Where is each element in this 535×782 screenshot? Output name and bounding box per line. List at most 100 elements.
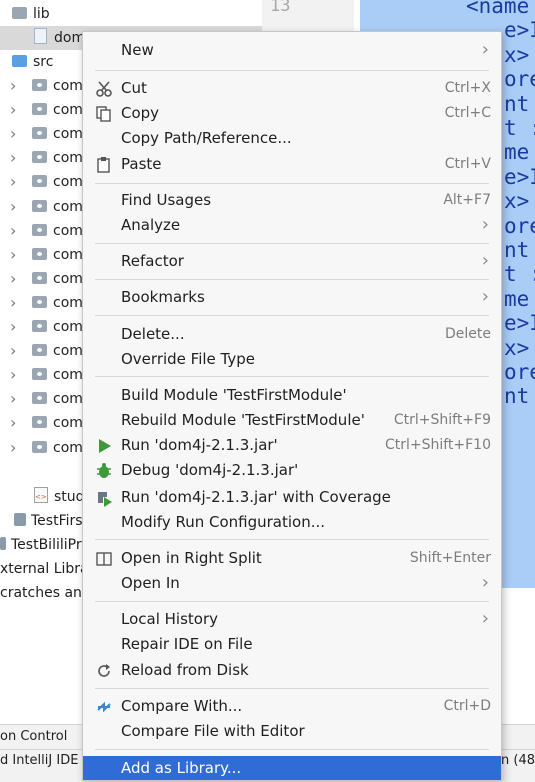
expand-chevron-icon[interactable] bbox=[10, 339, 22, 363]
tree-item-external-libraries[interactable]: xternal Libra bbox=[0, 557, 89, 581]
version-control-tab[interactable]: on Control bbox=[0, 729, 67, 744]
menu-item-analyze[interactable]: Analyze › bbox=[83, 213, 501, 238]
menu-separator bbox=[95, 749, 489, 750]
menu-item-copy-path[interactable]: Copy Path/Reference... bbox=[83, 126, 501, 151]
menu-item-open-in[interactable]: Open In › bbox=[83, 571, 501, 596]
menu-item-compare-with[interactable]: Compare With... Ctrl+D bbox=[83, 694, 501, 719]
tree-item-label: TestBililiPr bbox=[11, 537, 82, 553]
menu-item-run[interactable]: Run 'dom4j-2.1.3.jar' Ctrl+Shift+F10 bbox=[83, 433, 501, 458]
tree-item-scratches[interactable]: cratches and bbox=[0, 581, 91, 605]
package-folder-icon bbox=[32, 392, 47, 405]
menu-item-build-module[interactable]: Build Module 'TestFirstModule' bbox=[83, 383, 501, 408]
expand-chevron-icon[interactable] bbox=[10, 243, 22, 267]
code-line: ore bbox=[504, 213, 535, 238]
submenu-arrow-icon: › bbox=[481, 286, 489, 307]
package-folder-icon bbox=[32, 127, 47, 140]
menu-item-refactor[interactable]: Refactor › bbox=[83, 249, 501, 274]
tree-item-label: com bbox=[53, 126, 83, 143]
source-folder-icon bbox=[12, 55, 27, 67]
menu-item-local-history[interactable]: Local History › bbox=[83, 607, 501, 632]
menu-item-open-right-split[interactable]: Open in Right Split Shift+Enter bbox=[83, 546, 501, 571]
menu-item-compare-file-editor[interactable]: Compare File with Editor bbox=[83, 719, 501, 744]
package-folder-icon bbox=[32, 344, 47, 357]
tree-item-student-xml[interactable]: stud bbox=[34, 485, 85, 509]
jar-icon bbox=[34, 28, 47, 44]
code-line: nt bbox=[504, 238, 530, 262]
expand-chevron-icon[interactable] bbox=[10, 291, 22, 315]
code-line: me bbox=[504, 286, 530, 311]
menu-item-copy[interactable]: Copy Ctrl+C bbox=[83, 101, 501, 126]
tree-item-label: com bbox=[53, 222, 83, 239]
menu-item-delete[interactable]: Delete... Delete bbox=[83, 322, 501, 347]
tree-item-label: TestFirs bbox=[31, 513, 83, 529]
code-line: e>I bbox=[504, 164, 535, 189]
tree-item-label: stud bbox=[54, 489, 85, 505]
expand-chevron-icon[interactable] bbox=[10, 411, 22, 435]
expand-chevron-icon[interactable] bbox=[10, 195, 22, 219]
code-line: nt bbox=[504, 91, 530, 116]
tree-item-label: com bbox=[53, 102, 83, 119]
expand-chevron-icon[interactable] bbox=[10, 267, 22, 291]
copy-icon bbox=[96, 106, 111, 122]
submenu-arrow-icon: › bbox=[481, 39, 489, 60]
code-line: x> bbox=[504, 42, 530, 67]
tree-item-module-file[interactable]: TestFirs bbox=[14, 509, 83, 533]
reload-icon bbox=[98, 664, 110, 677]
package-folder-icon bbox=[32, 175, 47, 188]
submenu-arrow-icon: › bbox=[481, 214, 489, 235]
menu-item-new[interactable]: New › bbox=[83, 38, 501, 63]
menu-item-repair-ide[interactable]: Repair IDE on File bbox=[83, 632, 501, 657]
menu-item-modify-run-config[interactable]: Modify Run Configuration... bbox=[83, 510, 501, 535]
menu-item-rebuild-module[interactable]: Rebuild Module 'TestFirstModule' Ctrl+Sh… bbox=[83, 408, 501, 433]
tree-item-label: com bbox=[53, 367, 83, 384]
tree-item-src[interactable]: src bbox=[12, 50, 53, 74]
code-line: ore bbox=[504, 67, 535, 92]
split-icon bbox=[96, 552, 112, 566]
expand-chevron-icon[interactable] bbox=[10, 219, 22, 243]
tree-item-project[interactable]: TestBililiPr bbox=[0, 533, 82, 557]
tree-item-label: com bbox=[53, 174, 83, 191]
package-folder-icon bbox=[32, 440, 47, 453]
menu-separator bbox=[95, 539, 489, 540]
menu-separator bbox=[95, 315, 489, 316]
expand-chevron-icon[interactable] bbox=[10, 74, 22, 98]
expand-chevron-icon[interactable] bbox=[10, 170, 22, 194]
package-folder-icon bbox=[32, 247, 47, 260]
expand-chevron-icon[interactable] bbox=[10, 436, 22, 460]
menu-item-add-as-library[interactable]: Add as Library... bbox=[83, 756, 501, 780]
run-icon bbox=[99, 439, 111, 453]
expand-chevron-icon[interactable] bbox=[10, 146, 22, 170]
menu-item-paste[interactable]: Paste Ctrl+V bbox=[83, 152, 501, 177]
code-line: e>I bbox=[504, 18, 535, 43]
tree-item-label: com bbox=[53, 391, 83, 408]
package-folder-icon bbox=[32, 79, 47, 91]
package-folder-icon bbox=[32, 295, 47, 308]
menu-item-reload-disk[interactable]: Reload from Disk bbox=[83, 658, 501, 683]
menu-item-debug[interactable]: Debug 'dom4j-2.1.3.jar' bbox=[83, 458, 501, 483]
folder-icon bbox=[12, 7, 27, 19]
menu-item-cut[interactable]: Cut Ctrl+X bbox=[83, 76, 501, 101]
expand-chevron-icon[interactable] bbox=[10, 363, 22, 387]
tree-item-label: com bbox=[53, 150, 83, 167]
package-folder-icon bbox=[32, 320, 47, 332]
expand-chevron-icon[interactable] bbox=[10, 387, 22, 411]
menu-item-bookmarks[interactable]: Bookmarks › bbox=[83, 285, 501, 310]
expand-chevron-icon[interactable] bbox=[10, 122, 22, 146]
tree-item-label: com bbox=[53, 246, 83, 263]
menu-item-override-file-type[interactable]: Override File Type bbox=[83, 347, 501, 372]
expand-chevron-icon[interactable] bbox=[10, 315, 22, 339]
tree-item-label: com bbox=[53, 270, 83, 287]
code-line: x> bbox=[504, 189, 530, 214]
menu-item-find-usages[interactable]: Find Usages Alt+F7 bbox=[83, 188, 501, 213]
menu-item-run-coverage[interactable]: Run 'dom4j-2.1.3.jar' with Coverage bbox=[83, 485, 501, 510]
menu-separator bbox=[95, 376, 489, 377]
tree-item-lib[interactable]: lib bbox=[12, 2, 50, 26]
code-line: ore bbox=[504, 360, 535, 384]
expand-chevron-icon[interactable] bbox=[10, 98, 22, 122]
status-message: d IntelliJ IDE bbox=[0, 753, 79, 768]
code-line: nt bbox=[504, 384, 530, 409]
tree-item-label: com bbox=[53, 198, 83, 215]
caret-position[interactable]: n (48 bbox=[501, 753, 535, 768]
submenu-arrow-icon: › bbox=[481, 572, 489, 593]
code-line: <name bbox=[466, 0, 530, 18]
